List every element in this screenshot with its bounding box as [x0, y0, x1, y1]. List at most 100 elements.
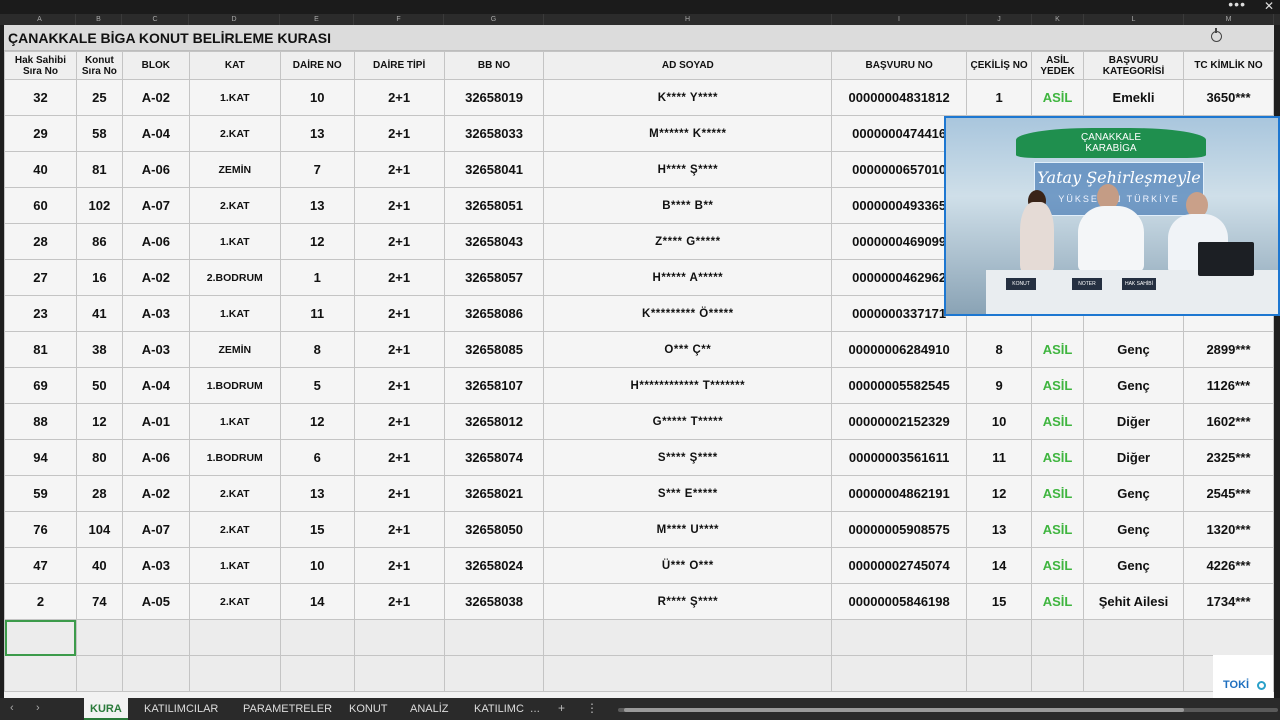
table-cell[interactable]: 13	[279, 115, 355, 152]
table-cell[interactable]: 2.KAT	[188, 115, 281, 152]
table-cell[interactable]: A-03	[121, 295, 190, 332]
column-header[interactable]: DAİRE NO	[279, 51, 355, 80]
table-cell[interactable]: ASİL	[1031, 403, 1085, 440]
empty-cell[interactable]	[443, 619, 545, 656]
column-letter[interactable]: D	[189, 14, 280, 25]
table-cell[interactable]: Genç	[1083, 367, 1184, 404]
table-cell[interactable]: 32658074	[443, 439, 545, 476]
empty-cell[interactable]	[543, 619, 833, 656]
empty-cell[interactable]	[543, 655, 833, 692]
table-cell[interactable]: K**** Y****	[543, 79, 833, 116]
table-cell[interactable]: 10	[279, 547, 355, 584]
table-cell[interactable]: A-02	[121, 79, 190, 116]
table-cell[interactable]: 69	[4, 367, 77, 404]
empty-cell[interactable]	[121, 655, 190, 692]
table-cell[interactable]: 00000003561611	[831, 439, 968, 476]
table-cell[interactable]: 2+1	[353, 223, 445, 260]
column-header[interactable]: TC KİMLİK NO	[1182, 51, 1274, 80]
table-cell[interactable]: ASİL	[1031, 583, 1085, 620]
table-cell[interactable]: 12	[279, 223, 355, 260]
table-cell[interactable]: H**** Ş****	[543, 151, 833, 188]
table-cell[interactable]: 2+1	[353, 79, 445, 116]
table-cell[interactable]: ASİL	[1031, 475, 1085, 512]
table-cell[interactable]: 2.KAT	[188, 583, 281, 620]
column-letter[interactable]: J	[967, 14, 1032, 25]
column-header[interactable]: KAT	[188, 51, 281, 80]
table-cell[interactable]: 80	[75, 439, 123, 476]
table-cell[interactable]: G***** T*****	[543, 403, 833, 440]
table-cell[interactable]: 10	[279, 79, 355, 116]
table-cell[interactable]: 104	[75, 511, 123, 548]
table-cell[interactable]: 94	[4, 439, 77, 476]
table-cell[interactable]: A-06	[121, 223, 190, 260]
tab-next-icon[interactable]: ›	[36, 702, 40, 714]
table-cell[interactable]: 28	[4, 223, 77, 260]
table-cell[interactable]: 32658107	[443, 367, 545, 404]
empty-cell[interactable]	[443, 655, 545, 692]
table-cell[interactable]: 88	[4, 403, 77, 440]
table-cell[interactable]: 1	[966, 79, 1033, 116]
table-cell[interactable]: 81	[4, 331, 77, 368]
tab-more-icon[interactable]: ⋮	[586, 701, 598, 715]
table-cell[interactable]: 8	[279, 331, 355, 368]
table-cell[interactable]: 2+1	[353, 295, 445, 332]
table-cell[interactable]: 29	[4, 115, 77, 152]
column-letter[interactable]: M	[1184, 14, 1274, 25]
table-cell[interactable]: 1320***	[1182, 511, 1274, 548]
table-cell[interactable]: ZEMİN	[188, 151, 281, 188]
table-cell[interactable]: 32658024	[443, 547, 545, 584]
table-cell[interactable]: A-07	[121, 511, 190, 548]
table-cell[interactable]: ASİL	[1031, 439, 1085, 476]
table-cell[interactable]: 00000004862191	[831, 475, 968, 512]
column-header[interactable]: Konut Sıra No	[75, 51, 123, 80]
column-header[interactable]: AD SOYAD	[543, 51, 833, 80]
column-letter[interactable]: A	[4, 14, 76, 25]
table-cell[interactable]: 13	[279, 187, 355, 224]
table-cell[interactable]: 1.KAT	[188, 403, 281, 440]
column-header[interactable]: BB NO	[443, 51, 545, 80]
table-cell[interactable]: 59	[4, 475, 77, 512]
tab-kura[interactable]: KURA	[84, 698, 128, 720]
table-cell[interactable]: 1.KAT	[188, 79, 281, 116]
table-cell[interactable]: 11	[279, 295, 355, 332]
table-cell[interactable]: 32658085	[443, 331, 545, 368]
horizontal-scrollbar[interactable]	[618, 708, 1278, 712]
table-cell[interactable]: 32658041	[443, 151, 545, 188]
table-cell[interactable]: 32658086	[443, 295, 545, 332]
table-cell[interactable]: 2899***	[1182, 331, 1274, 368]
tab-katilimcilar[interactable]: KATILIMCILAR	[144, 703, 218, 715]
empty-cell[interactable]	[831, 655, 968, 692]
empty-cell[interactable]	[831, 619, 968, 656]
table-cell[interactable]: 1.KAT	[188, 223, 281, 260]
table-cell[interactable]: 60	[4, 187, 77, 224]
table-cell[interactable]: 2+1	[353, 331, 445, 368]
table-cell[interactable]: 74	[75, 583, 123, 620]
table-cell[interactable]: S*** E*****	[543, 475, 833, 512]
table-cell[interactable]: ASİL	[1031, 547, 1085, 584]
table-cell[interactable]: 00000002745074	[831, 547, 968, 584]
tab-overflow-icon[interactable]: ...	[530, 701, 540, 715]
table-cell[interactable]: 58	[75, 115, 123, 152]
column-letter[interactable]: K	[1032, 14, 1084, 25]
table-cell[interactable]: 00000006284910	[831, 331, 968, 368]
power-icon[interactable]	[1211, 28, 1222, 42]
table-cell[interactable]: A-03	[121, 547, 190, 584]
table-cell[interactable]: 2.KAT	[188, 187, 281, 224]
scrollbar-thumb[interactable]	[624, 708, 1184, 712]
column-header[interactable]: Hak Sahibi Sıra No	[4, 51, 77, 80]
table-cell[interactable]: ASİL	[1031, 331, 1085, 368]
column-letter[interactable]: F	[354, 14, 444, 25]
table-cell[interactable]: 1734***	[1182, 583, 1274, 620]
table-cell[interactable]: 00000004831812	[831, 79, 968, 116]
table-cell[interactable]: 40	[75, 547, 123, 584]
table-cell[interactable]: 27	[4, 259, 77, 296]
table-cell[interactable]: A-04	[121, 115, 190, 152]
table-cell[interactable]: R**** Ş****	[543, 583, 833, 620]
table-cell[interactable]: 00000005846198	[831, 583, 968, 620]
table-cell[interactable]: A-02	[121, 259, 190, 296]
table-cell[interactable]: 2+1	[353, 403, 445, 440]
table-cell[interactable]: 12	[279, 403, 355, 440]
table-cell[interactable]: 4226***	[1182, 547, 1274, 584]
table-cell[interactable]: 8	[966, 331, 1033, 368]
table-cell[interactable]: 32658050	[443, 511, 545, 548]
